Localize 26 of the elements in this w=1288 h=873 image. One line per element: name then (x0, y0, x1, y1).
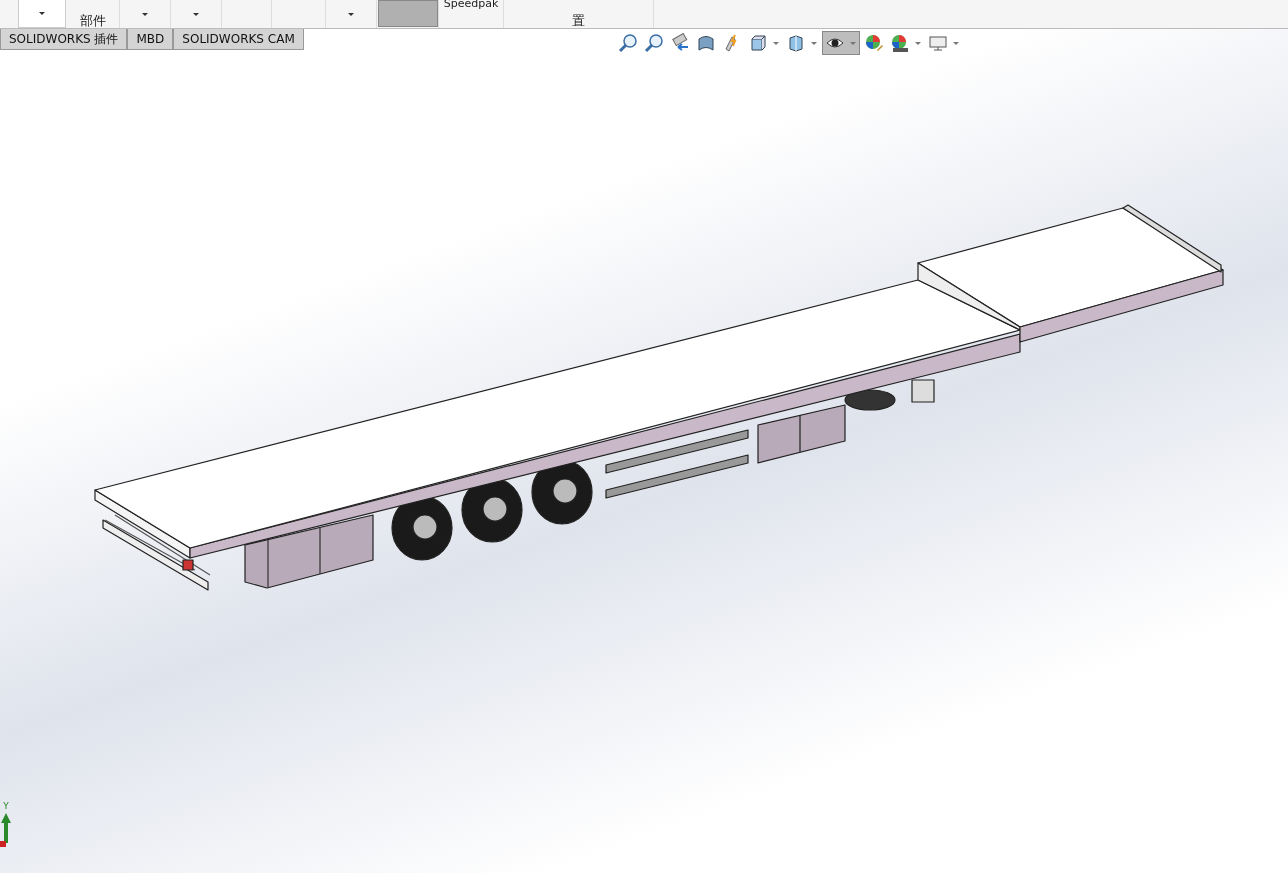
ribbon-button[interactable]: 置 (504, 0, 654, 28)
caret-icon (915, 41, 921, 45)
caret-icon (811, 41, 817, 45)
caret-icon (142, 12, 148, 16)
scene-icon (890, 33, 910, 53)
tab[interactable]: MBD (127, 29, 174, 50)
orientation-icon (748, 33, 768, 53)
caret-icon (39, 12, 45, 15)
caret-icon (850, 41, 856, 45)
caret-icon (193, 12, 199, 16)
tab[interactable]: SOLIDWORKS 插件 (0, 29, 128, 50)
section-icon (696, 33, 716, 53)
caret-icon (348, 12, 354, 16)
appearance-icon (864, 33, 884, 53)
zoom-area-icon (644, 33, 664, 53)
caret-icon (773, 41, 779, 45)
zoom-fit-button[interactable] (616, 31, 640, 55)
previous-view-icon (670, 33, 690, 53)
zoom-fit-icon (618, 33, 638, 53)
caret-icon (953, 41, 959, 45)
hide-show-button[interactable] (822, 31, 860, 55)
zoom-area-button[interactable] (642, 31, 666, 55)
ribbon-button[interactable]: 部件 (66, 0, 120, 28)
display-style-icon (786, 33, 806, 53)
tab[interactable]: SOLIDWORKS CAM (173, 29, 304, 50)
display-icon (928, 33, 948, 53)
